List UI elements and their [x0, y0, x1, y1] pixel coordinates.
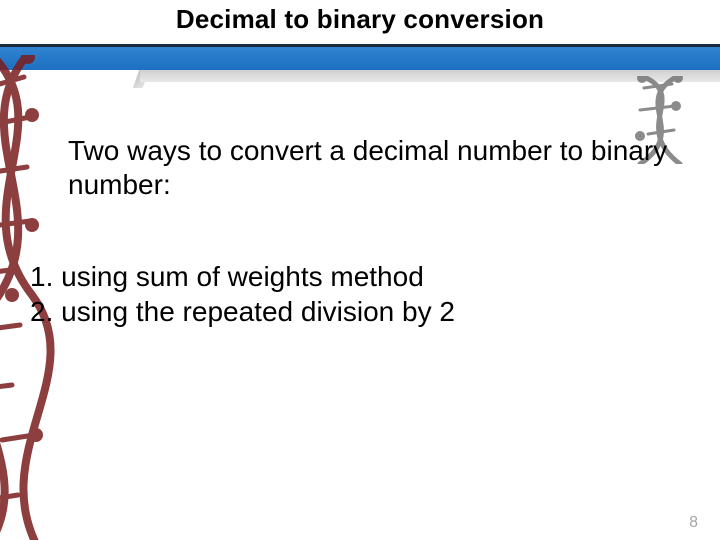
list-item: 2. using the repeated division by 2 [30, 295, 670, 330]
intro-text: Two ways to convert a decimal number to … [68, 134, 668, 202]
list-item: 1. using sum of weights method [30, 260, 670, 295]
header-underbar [140, 70, 720, 82]
method-list: 1. using sum of weights method 2. using … [30, 260, 670, 329]
slide-title: Decimal to binary conversion [0, 4, 720, 35]
slide: Decimal to binary conversion [0, 0, 720, 540]
page-number: 8 [689, 514, 698, 532]
header-accent-bar [0, 47, 720, 70]
